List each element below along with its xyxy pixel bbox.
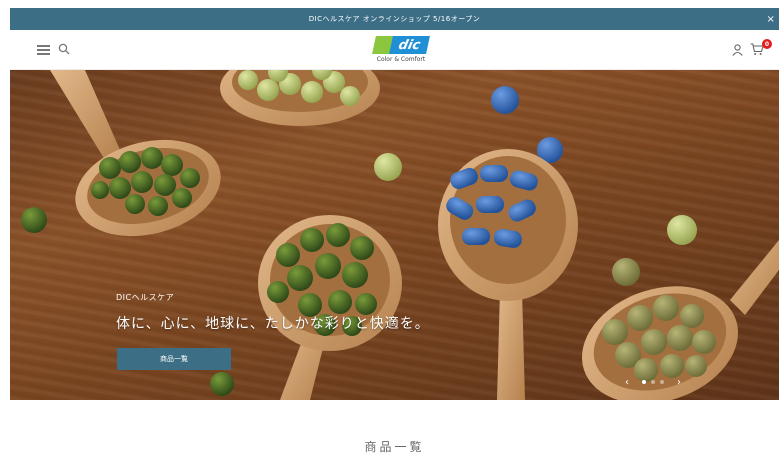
announcement-bar: DICヘルスケア オンラインショップ 5/16オープン × <box>10 8 779 30</box>
slider-dot[interactable] <box>642 380 646 384</box>
page-frame: DICヘルスケア オンラインショップ 5/16オープン × dic Color … <box>10 8 779 459</box>
logo-tagline: Color & Comfort <box>376 56 426 63</box>
cart-count-badge: 0 <box>762 39 772 49</box>
slider-dot[interactable] <box>660 380 664 384</box>
menu-icon[interactable] <box>37 45 50 55</box>
section-title: 商品一覧 <box>364 440 425 454</box>
logo-mark-text: dic <box>389 36 430 54</box>
search-icon[interactable] <box>58 43 70 55</box>
product-list-button[interactable]: 商品一覧 <box>117 348 231 370</box>
slider-nav: ‹ › <box>622 376 684 388</box>
chevron-right-icon[interactable]: › <box>674 377 684 388</box>
announcement-text: DICヘルスケア オンラインショップ 5/16オープン <box>308 15 481 23</box>
site-header: dic Color & Comfort 0 <box>10 30 779 70</box>
slider-dots <box>642 380 664 384</box>
logo-mark: dic <box>372 36 430 54</box>
site-logo[interactable]: dic Color & Comfort <box>372 36 430 68</box>
chevron-left-icon[interactable]: ‹ <box>622 377 632 388</box>
announcement-close-button[interactable]: × <box>763 8 779 30</box>
hero-headline: 体に、心に、地球に、たしかな彩りと快適を。 <box>116 316 430 332</box>
account-icon[interactable] <box>732 44 743 56</box>
hero-eyebrow: DICヘルスケア <box>116 293 175 302</box>
hero-banner: DICヘルスケア 体に、心に、地球に、たしかな彩りと快適を。 商品一覧 ‹ › <box>10 70 779 400</box>
slider-dot[interactable] <box>651 380 655 384</box>
